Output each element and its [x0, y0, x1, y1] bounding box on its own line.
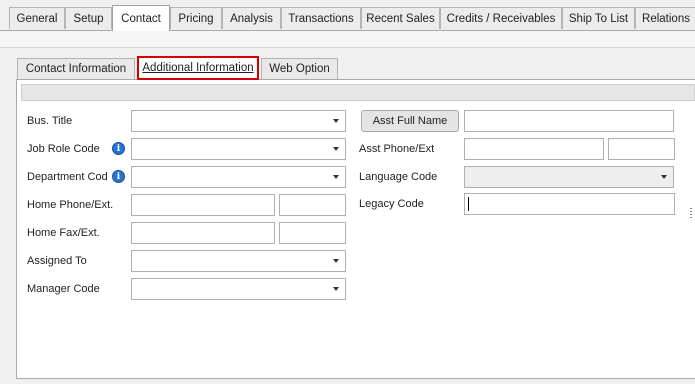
- info-icon[interactable]: i: [112, 142, 125, 155]
- resize-grip-icon[interactable]: [690, 208, 692, 220]
- asst-phone-input[interactable]: [464, 138, 604, 160]
- chevron-down-icon: [333, 175, 339, 179]
- language-code-dropdown[interactable]: [464, 166, 674, 188]
- tab-recent-sales[interactable]: Recent Sales: [361, 7, 440, 29]
- assigned-to-label: Assigned To: [27, 255, 87, 267]
- legacy-code-input[interactable]: [464, 193, 675, 215]
- chevron-down-icon: [333, 147, 339, 151]
- tab-relations[interactable]: Relations: [635, 7, 695, 29]
- home-fax-input[interactable]: [131, 222, 275, 244]
- subtab-web-option[interactable]: Web Option: [261, 58, 338, 79]
- tab-transactions[interactable]: Transactions: [281, 7, 361, 29]
- tab-pricing[interactable]: Pricing: [170, 7, 222, 29]
- job-role-code-label: Job Role Code: [27, 143, 100, 155]
- bus-title-label: Bus. Title: [27, 115, 73, 127]
- home-fax-label: Home Fax/Ext.: [27, 227, 100, 239]
- asst-phone-ext-input[interactable]: [608, 138, 675, 160]
- legacy-code-label: Legacy Code: [359, 198, 424, 210]
- job-role-code-dropdown[interactable]: [131, 138, 346, 160]
- tab-analysis[interactable]: Analysis: [222, 7, 281, 29]
- home-phone-input[interactable]: [131, 194, 275, 216]
- tab-credits-receivables[interactable]: Credits / Receivables: [440, 7, 562, 29]
- language-code-label: Language Code: [359, 171, 438, 183]
- tab-general[interactable]: General: [9, 7, 65, 29]
- assigned-to-dropdown[interactable]: [131, 250, 346, 272]
- manager-code-label: Manager Code: [27, 283, 100, 295]
- subtab-contact-information[interactable]: Contact Information: [17, 58, 135, 79]
- tab-contact[interactable]: Contact: [112, 5, 170, 31]
- department-code-label: Department Code: [27, 171, 107, 183]
- asst-full-name-button[interactable]: Asst Full Name: [361, 110, 459, 132]
- panel-header-bar: [21, 84, 695, 101]
- tab-content-header-band: [0, 31, 695, 48]
- info-icon[interactable]: i: [112, 170, 125, 183]
- home-fax-ext-input[interactable]: [279, 222, 346, 244]
- chevron-down-icon: [333, 119, 339, 123]
- text-caret: [468, 197, 469, 211]
- tab-setup[interactable]: Setup: [65, 7, 112, 29]
- bus-title-dropdown[interactable]: [131, 110, 346, 132]
- home-phone-ext-input[interactable]: [279, 194, 346, 216]
- manager-code-dropdown[interactable]: [131, 278, 346, 300]
- subtab-additional-information[interactable]: Additional Information: [137, 56, 259, 80]
- department-code-dropdown[interactable]: [131, 166, 346, 188]
- tab-ship-to-list[interactable]: Ship To List: [562, 7, 635, 29]
- chevron-down-icon: [333, 259, 339, 263]
- asst-phone-label: Asst Phone/Ext: [359, 143, 435, 155]
- asst-full-name-input[interactable]: [464, 110, 674, 132]
- home-phone-label: Home Phone/Ext.: [27, 199, 114, 211]
- chevron-down-icon: [333, 287, 339, 291]
- chevron-down-icon: [661, 175, 667, 179]
